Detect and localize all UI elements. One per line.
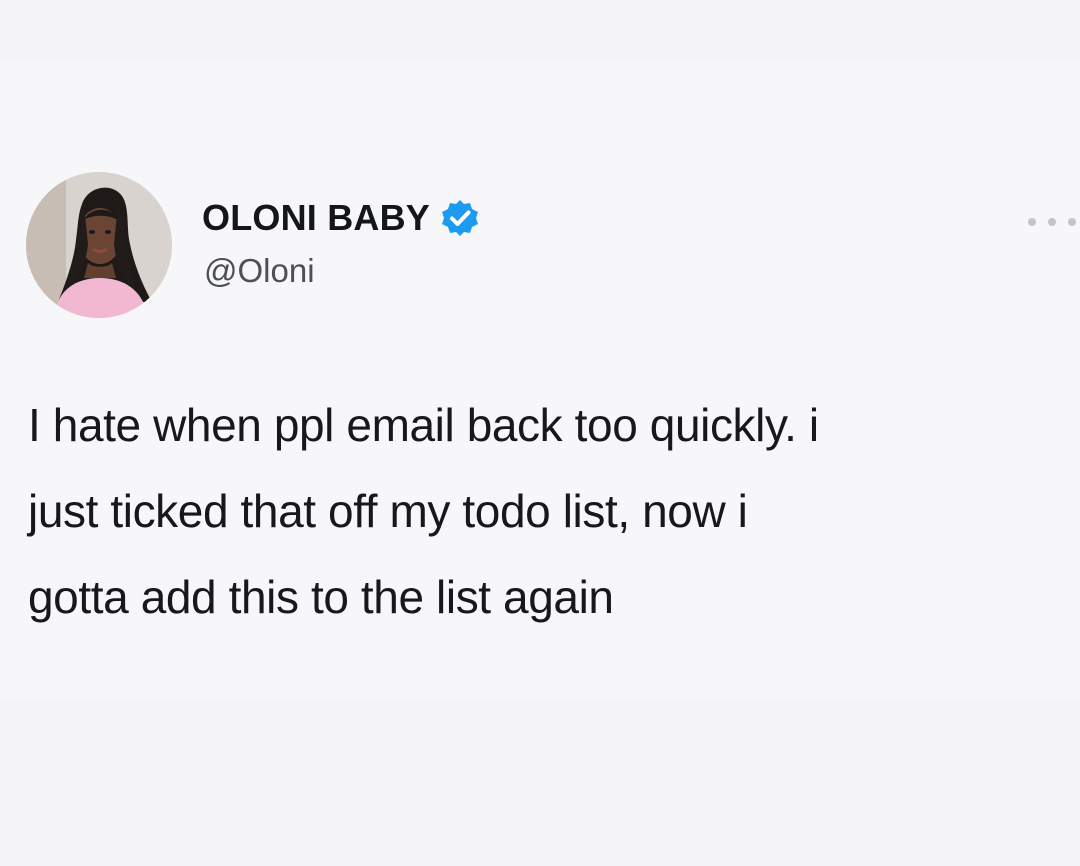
author-name[interactable]: OLONI BABY	[202, 197, 430, 239]
tweet-screenshot: OLONI BABY @Oloni I hate when ppl email …	[0, 0, 1080, 866]
more-options-icon[interactable]	[1028, 208, 1076, 236]
tweet-text: I hate when ppl email back too quickly. …	[28, 382, 1058, 640]
more-options-dot	[1048, 218, 1056, 226]
tweet-text-line: gotta add this to the list again	[28, 571, 614, 623]
verified-badge-icon	[440, 198, 480, 238]
tweet-text-line: just ticked that off my todo list, now i	[28, 485, 748, 537]
more-options-dot	[1068, 218, 1076, 226]
avatar[interactable]	[26, 172, 172, 318]
more-options-dot	[1028, 218, 1036, 226]
profile-photo-icon	[26, 172, 172, 318]
author-handle[interactable]: @Oloni	[204, 252, 315, 290]
tweet-text-line: I hate when ppl email back too quickly. …	[28, 399, 819, 451]
display-name[interactable]: OLONI BABY	[202, 197, 480, 239]
